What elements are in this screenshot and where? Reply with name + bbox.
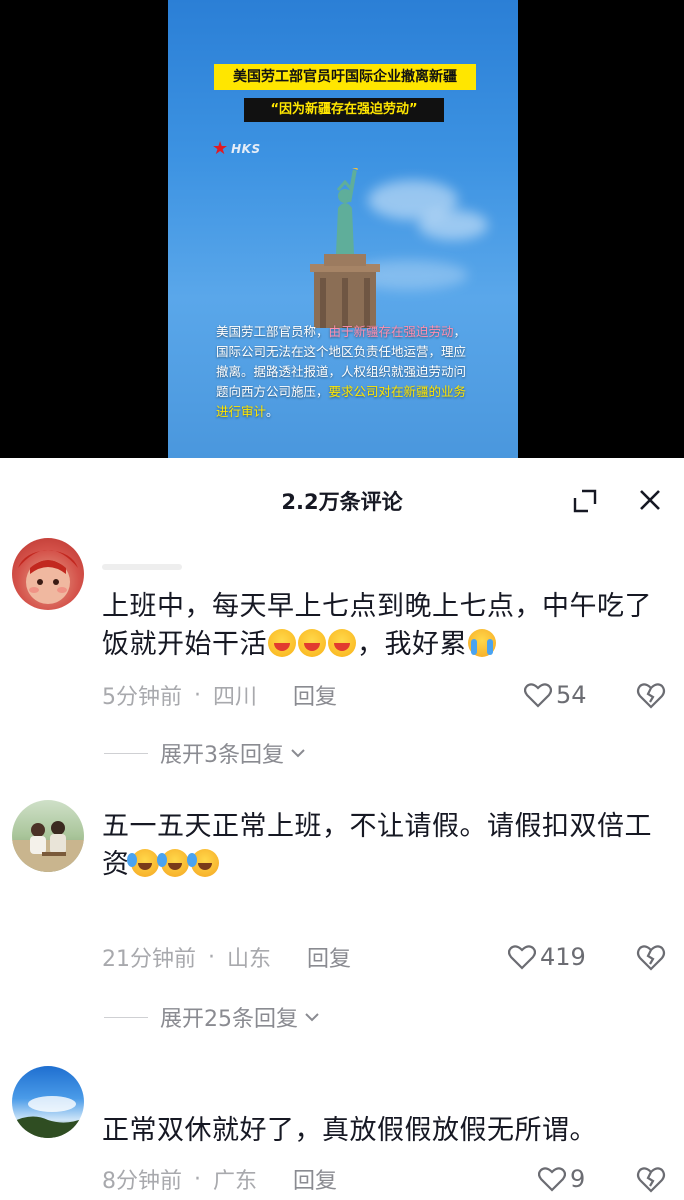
exhausted-emoji-icon	[268, 629, 296, 657]
comment-body-tail: ，我好累	[357, 629, 467, 660]
like-button[interactable]: 54	[524, 680, 587, 710]
avatar[interactable]	[12, 1066, 84, 1138]
channel-logo: ★ HKS	[212, 140, 261, 158]
laughing-tears-emoji-icon	[186, 849, 219, 877]
comment-item: 上班中，每天早上七点到晚上七点，中午吃了饭就开始干活 ，我好累 5分钟前 · 四川…	[0, 538, 684, 778]
expand-replies-label: 展开25条回复	[160, 1007, 298, 1032]
comment-item: 正常双休就好了，真放假假放假无所谓。 8分钟前 · 广东 回复 9	[0, 1066, 684, 1200]
expand-replies-label: 展开3条回复	[160, 743, 284, 768]
like-count: 54	[556, 681, 587, 709]
star-icon: ★	[212, 138, 229, 159]
heart-icon	[508, 945, 536, 970]
divider	[104, 752, 148, 754]
comment-meta: 5分钟前 · 四川 回复	[102, 679, 337, 711]
comment-text: 正常双休就好了，真放假假放假无所谓。	[102, 1112, 662, 1150]
username-placeholder[interactable]	[102, 564, 182, 570]
video-frame: 美国劳工部官员吁国际企业撤离新疆 “因为新疆存在强迫劳动” ★ HKS 美国劳工…	[168, 0, 518, 458]
close-icon[interactable]	[638, 488, 662, 512]
avatar[interactable]	[12, 800, 84, 872]
meta-separator: ·	[194, 682, 201, 708]
video-player[interactable]: 美国劳工部官员吁国际企业撤离新疆 “因为新疆存在强迫劳动” ★ HKS 美国劳工…	[0, 0, 684, 458]
crying-emoji-icon	[468, 629, 496, 657]
heart-icon	[538, 1167, 566, 1192]
expand-replies-button[interactable]: 展开25条回复	[104, 1002, 320, 1032]
expand-icon[interactable]	[572, 488, 598, 514]
chevron-down-icon	[305, 1013, 319, 1022]
comment-meta: 8分钟前 · 广东 回复	[102, 1163, 337, 1195]
comment-meta: 21分钟前 · 山东 回复	[102, 941, 351, 973]
logo-text: HKS	[231, 142, 261, 156]
comment-time: 21分钟前	[102, 947, 196, 972]
reply-button[interactable]: 回复	[307, 941, 351, 973]
avatar-photo	[12, 821, 84, 872]
meta-separator: ·	[208, 944, 215, 970]
laughing-tears-emoji-icon	[126, 849, 159, 877]
video-headline: 美国劳工部官员吁国际企业撤离新疆	[214, 64, 476, 90]
avatar-illustration	[18, 550, 78, 604]
video-caption: 美国劳工部官员称，由于新疆存在强迫劳动，国际公司无法在这个地区负责任地运营，理应…	[216, 322, 472, 422]
statue-of-liberty-image	[310, 168, 380, 328]
like-count: 419	[540, 943, 586, 971]
heart-icon	[524, 683, 552, 708]
meta-separator: ·	[194, 1166, 201, 1192]
comment-text: 上班中，每天早上七点到晚上七点，中午吃了饭就开始干活 ，我好累	[102, 588, 662, 664]
comment-time: 8分钟前	[102, 1169, 182, 1194]
like-button[interactable]: 9	[538, 1164, 585, 1194]
laughing-tears-emoji-icon	[156, 849, 189, 877]
comment-text: 五一五天正常上班，不让请假。请假扣双倍工资	[102, 808, 662, 884]
comment-location: 广东	[213, 1169, 258, 1194]
expand-replies-button[interactable]: 展开3条回复	[104, 738, 306, 768]
like-count: 9	[570, 1165, 586, 1193]
comment-location: 四川	[213, 685, 258, 710]
comment-body: 正常双休就好了，真放假假放假无所谓。	[102, 1115, 597, 1146]
comment-location: 山东	[227, 947, 272, 972]
like-button[interactable]: 419	[508, 942, 586, 972]
exhausted-emoji-icon	[328, 629, 356, 657]
broken-heart-icon[interactable]	[636, 942, 666, 972]
reply-button[interactable]: 回复	[293, 1163, 337, 1195]
divider	[104, 1016, 148, 1018]
comment-panel: 2.2万条评论 上班中，每天早上七点到晚上七点，中午吃了饭就开始干活，我好累	[0, 458, 684, 1200]
caption-part: 美国劳工部官员称，	[216, 324, 329, 339]
avatar-photo	[12, 1096, 84, 1138]
comment-time: 5分钟前	[102, 685, 182, 710]
caption-part-highlight: 由于新疆存在强迫劳动	[328, 324, 454, 339]
cloud	[418, 210, 488, 240]
comment-item: 五一五天正常上班，不让请假。请假扣双倍工资 21分钟前 · 山东 回复 419 …	[0, 800, 684, 1040]
broken-heart-icon[interactable]	[636, 680, 666, 710]
broken-heart-icon[interactable]	[636, 1164, 666, 1194]
reply-button[interactable]: 回复	[293, 679, 337, 711]
caption-part: 。	[266, 404, 279, 419]
comment-panel-header: 2.2万条评论	[0, 458, 684, 540]
avatar[interactable]	[12, 538, 84, 610]
video-subheadline: “因为新疆存在强迫劳动”	[244, 98, 444, 122]
chevron-down-icon	[291, 749, 305, 758]
exhausted-emoji-icon	[298, 629, 326, 657]
